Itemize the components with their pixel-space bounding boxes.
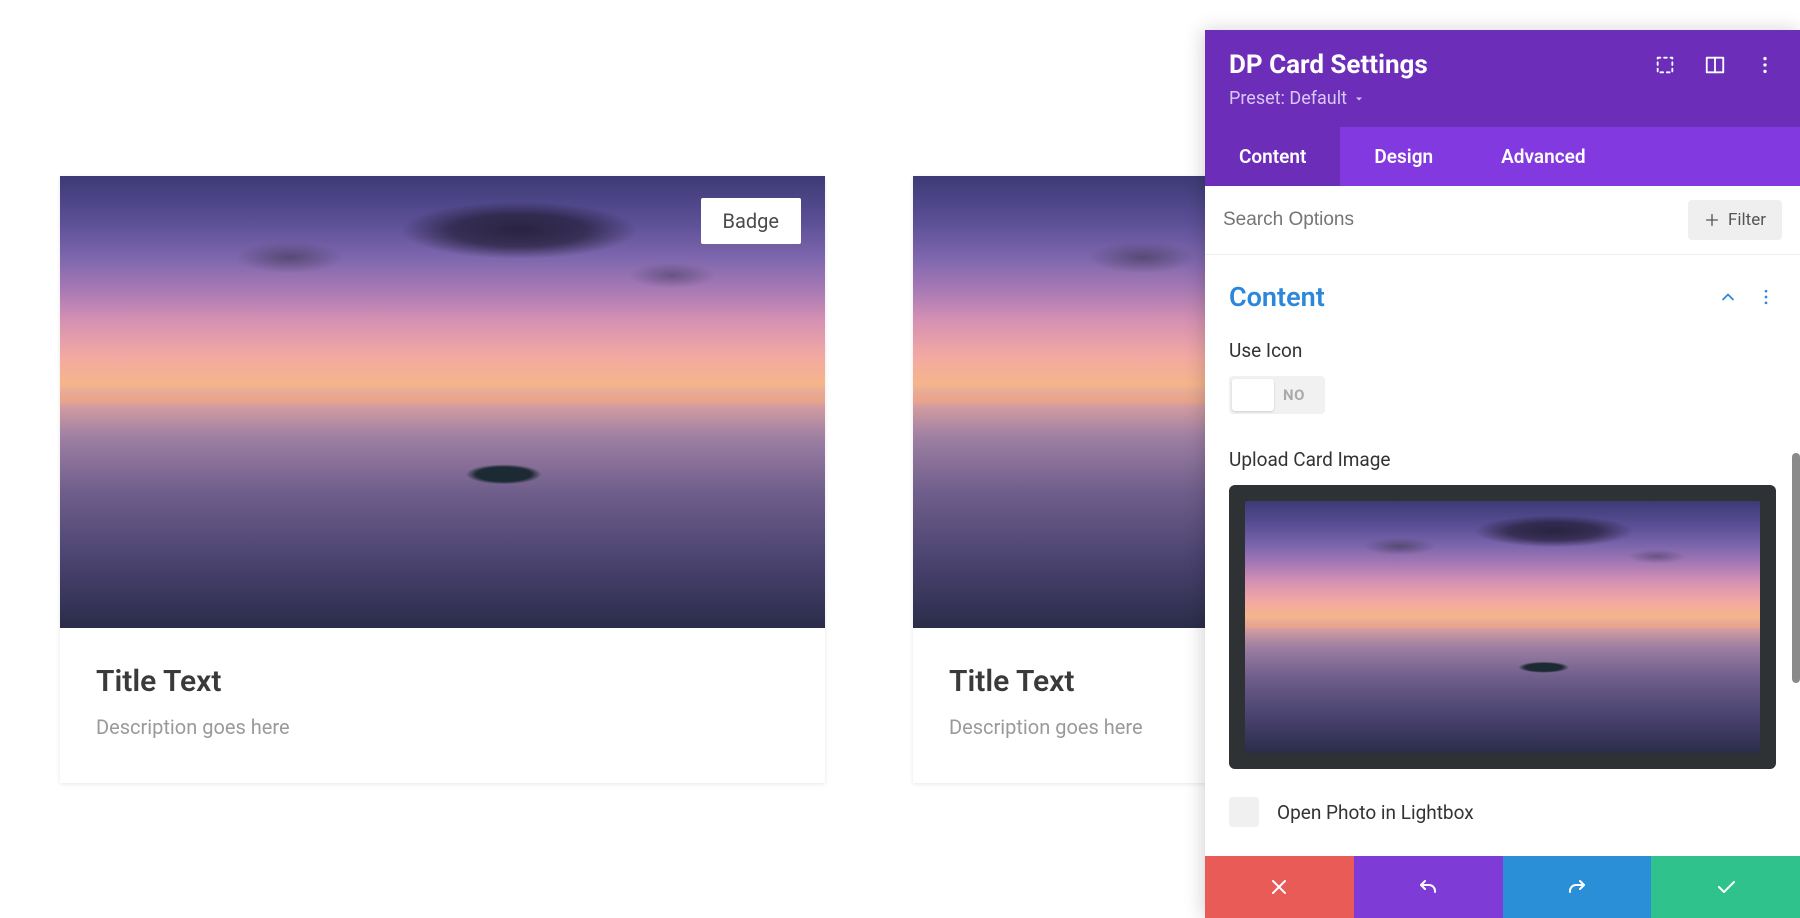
scrollbar-thumb[interactable]: [1792, 453, 1800, 683]
panel-tabs: Content Design Advanced: [1205, 127, 1800, 186]
panel-title: DP Card Settings: [1229, 50, 1428, 80]
close-icon: [1267, 875, 1291, 899]
card-badge: Badge: [701, 198, 801, 244]
collapse-icon[interactable]: [1718, 287, 1738, 307]
toggle-knob: [1232, 379, 1274, 411]
settings-panel: DP Card Settings Preset: Default Content…: [1205, 30, 1800, 918]
filter-button[interactable]: Filter: [1688, 200, 1782, 240]
card-image: Badge: [60, 176, 825, 628]
more-icon[interactable]: [1754, 54, 1776, 76]
lightbox-checkbox[interactable]: [1229, 797, 1259, 827]
use-icon-label: Use Icon: [1229, 339, 1776, 362]
search-row: Filter: [1205, 186, 1800, 255]
upload-thumbnail: [1245, 501, 1760, 753]
preset-label: Preset: Default: [1229, 88, 1347, 109]
tab-design[interactable]: Design: [1340, 127, 1467, 186]
columns-icon[interactable]: [1704, 54, 1726, 76]
filter-label: Filter: [1728, 210, 1766, 230]
redo-button[interactable]: [1503, 856, 1652, 918]
redo-icon: [1565, 875, 1589, 899]
toggle-value: NO: [1283, 386, 1305, 404]
undo-button[interactable]: [1354, 856, 1503, 918]
panel-header: DP Card Settings Preset: Default: [1205, 30, 1800, 127]
upload-image-label: Upload Card Image: [1229, 448, 1776, 471]
check-icon: [1714, 875, 1738, 899]
section-more-icon[interactable]: [1756, 287, 1776, 307]
lightbox-label: Open Photo in Lightbox: [1277, 801, 1474, 824]
preview-card-1: Badge Title Text Description goes here: [60, 176, 825, 783]
card-title: Title Text: [96, 664, 789, 699]
upload-image-preview[interactable]: [1229, 485, 1776, 769]
panel-body: Content Use Icon NO Upload Card Image Op…: [1205, 255, 1800, 856]
undo-icon: [1416, 875, 1440, 899]
search-input[interactable]: [1223, 209, 1676, 231]
card-description: Description goes here: [96, 715, 789, 739]
preset-selector[interactable]: Preset: Default: [1229, 88, 1776, 109]
panel-footer: [1205, 856, 1800, 918]
tab-advanced[interactable]: Advanced: [1467, 127, 1619, 186]
cancel-button[interactable]: [1205, 856, 1354, 918]
caret-down-icon: [1353, 93, 1365, 105]
confirm-button[interactable]: [1651, 856, 1800, 918]
section-heading-content[interactable]: Content: [1229, 281, 1325, 313]
tab-content[interactable]: Content: [1205, 127, 1340, 186]
plus-icon: [1704, 212, 1720, 228]
use-icon-toggle[interactable]: NO: [1229, 376, 1325, 414]
expand-icon[interactable]: [1654, 54, 1676, 76]
